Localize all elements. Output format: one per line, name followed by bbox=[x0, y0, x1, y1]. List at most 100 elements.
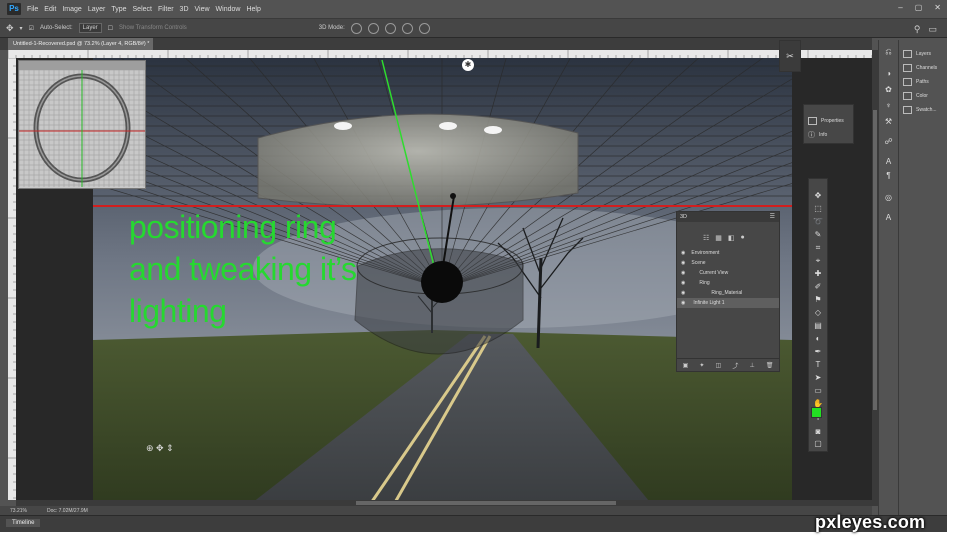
shape-tool-icon[interactable]: ▭ bbox=[812, 386, 824, 396]
healing-tool-icon[interactable]: ✚ bbox=[812, 269, 824, 279]
paragraph-icon[interactable]: ¶ bbox=[884, 172, 893, 180]
new-mesh-icon[interactable]: ◫ bbox=[716, 362, 722, 369]
panel-swatches[interactable]: Swatch... bbox=[903, 106, 937, 114]
menu-file[interactable]: File bbox=[27, 6, 38, 13]
path-select-tool-icon[interactable]: ➤ bbox=[812, 373, 824, 383]
menu-layer[interactable]: Layer bbox=[88, 6, 106, 13]
marquee-tool-icon[interactable]: ⬚ bbox=[812, 204, 824, 214]
3d-axis-widget-icon[interactable]: ⊕ ✥ ⇕ bbox=[146, 443, 174, 454]
menu-image[interactable]: Image bbox=[62, 6, 81, 13]
ruler-vertical[interactable] bbox=[8, 58, 16, 500]
menu-help[interactable]: Help bbox=[246, 6, 260, 13]
menu-select[interactable]: Select bbox=[133, 6, 152, 13]
foreground-color-swatch[interactable] bbox=[811, 407, 822, 418]
dodge-tool-icon[interactable]: ◐ bbox=[812, 334, 824, 344]
add-light-icon[interactable]: ✦ bbox=[699, 362, 704, 369]
move-light-icon[interactable]: ⤴ bbox=[732, 361, 738, 370]
adjustments-icon[interactable]: ◑ bbox=[884, 70, 893, 78]
panel-properties[interactable]: Properties bbox=[808, 117, 844, 125]
filter-materials-icon[interactable]: ◧ bbox=[728, 234, 735, 242]
3d-scene-row[interactable]: ◉ Ring_Material bbox=[677, 288, 779, 298]
panel-swatches-label: Swatch... bbox=[916, 107, 937, 113]
stamp-tool-icon[interactable]: ⚑ bbox=[812, 295, 824, 305]
zoom-level[interactable]: 73.21% bbox=[10, 508, 27, 514]
filter-whole-scene-icon[interactable]: ☷ bbox=[703, 234, 709, 242]
3d-icon[interactable]: ◎ bbox=[884, 194, 893, 202]
filter-lights-icon[interactable]: ● bbox=[741, 234, 745, 242]
tool-preset-dropdown[interactable]: ▾ bbox=[20, 25, 23, 32]
quick-select-tool-icon[interactable]: ✎ bbox=[812, 230, 824, 240]
workspace-icon[interactable]: ▭ bbox=[928, 24, 937, 35]
3d-panel-menu-icon[interactable]: ☰ bbox=[770, 213, 775, 220]
visibility-eye-icon[interactable]: ◉ bbox=[681, 280, 685, 286]
3d-pan-icon[interactable] bbox=[384, 22, 396, 34]
search-icon[interactable]: ⚲ bbox=[914, 24, 921, 35]
3d-scene-row[interactable]: ◉ Environment bbox=[677, 248, 779, 258]
lasso-tool-icon[interactable]: ➰ bbox=[812, 217, 824, 227]
crop-tool-icon[interactable]: ⌗ bbox=[812, 243, 824, 253]
document-size[interactable]: Doc: 7.02M/27.9M bbox=[47, 508, 88, 514]
delete-icon[interactable]: 🗑 bbox=[766, 362, 774, 369]
3d-secondary-view[interactable] bbox=[18, 60, 146, 189]
clone-source-icon[interactable]: ☍ bbox=[884, 138, 893, 146]
visibility-eye-icon[interactable]: ◉ bbox=[681, 260, 685, 266]
3d-scene-row[interactable]: ◉ Scene bbox=[677, 258, 779, 268]
document-tab[interactable]: Untitled-1-Recovered.psd @ 73.2% (Layer … bbox=[8, 38, 153, 59]
glyphs-icon[interactable]: Ａ bbox=[884, 214, 893, 222]
brush-tool-icon[interactable]: ✐ bbox=[812, 282, 824, 292]
3d-scene-row-selected[interactable]: ◉ Infinite Light 1 bbox=[677, 298, 779, 308]
menu-3d[interactable]: 3D bbox=[180, 6, 189, 13]
3d-slide-icon[interactable] bbox=[401, 22, 413, 34]
panel-info[interactable]: ⓘ Info bbox=[808, 130, 827, 140]
history-icon[interactable]: ⎌ bbox=[884, 48, 893, 56]
panel-channels[interactable]: Channels bbox=[903, 64, 937, 72]
restore-button[interactable]: ▢ bbox=[915, 3, 923, 12]
3d-roll-icon[interactable] bbox=[367, 22, 379, 34]
styles-icon[interactable]: ✿ bbox=[884, 86, 893, 94]
ruler-horizontal[interactable] bbox=[8, 50, 872, 58]
auto-select-target-select[interactable]: Layer bbox=[78, 23, 102, 33]
eraser-tool-icon[interactable]: ◇ bbox=[812, 308, 824, 318]
tool-presets-icon[interactable]: ⚒ bbox=[884, 118, 893, 126]
screen-mode-icon[interactable]: ▢ bbox=[812, 439, 824, 449]
filter-meshes-icon[interactable]: ▦ bbox=[715, 234, 722, 242]
panel-layers[interactable]: Layers bbox=[903, 50, 931, 58]
visibility-eye-icon[interactable]: ◉ bbox=[681, 250, 685, 256]
3d-orbit-handle-icon[interactable]: ✱ bbox=[462, 59, 474, 71]
3d-scene-row[interactable]: ◉ Ring bbox=[677, 278, 779, 288]
panel-color[interactable]: Color bbox=[903, 92, 928, 100]
horizontal-scroll-thumb[interactable] bbox=[356, 501, 616, 505]
menu-filter[interactable]: Filter bbox=[158, 6, 174, 13]
character-icon[interactable]: A bbox=[884, 158, 893, 166]
menu-view[interactable]: View bbox=[195, 6, 210, 13]
3d-scale-icon[interactable] bbox=[418, 22, 430, 34]
close-button[interactable]: ✕ bbox=[934, 3, 941, 12]
3d-secondary-view-header[interactable] bbox=[19, 61, 145, 70]
vertical-scroll-thumb[interactable] bbox=[873, 110, 877, 410]
timeline-tab[interactable]: Timeline bbox=[6, 519, 41, 527]
brush-presets-icon[interactable]: ♆ bbox=[884, 102, 893, 110]
menu-edit[interactable]: Edit bbox=[44, 6, 56, 13]
minimize-button[interactable]: – bbox=[898, 3, 902, 12]
quick-mask-icon[interactable]: ◙ bbox=[812, 427, 824, 437]
render-icon[interactable]: ▣ bbox=[683, 362, 689, 369]
menu-type[interactable]: Type bbox=[111, 6, 126, 13]
move-tool-icon[interactable]: ✥ bbox=[812, 191, 824, 201]
visibility-eye-icon[interactable]: ◉ bbox=[681, 300, 685, 306]
ground-plane-icon[interactable]: ⊥ bbox=[749, 362, 754, 369]
gradient-tool-icon[interactable]: ▤ bbox=[812, 321, 824, 331]
panel-collapse-icon[interactable]: ✂ bbox=[779, 40, 801, 72]
visibility-eye-icon[interactable]: ◉ bbox=[681, 290, 685, 296]
3d-scene-row[interactable]: ◉ Current View bbox=[677, 268, 779, 278]
3d-orbit-icon[interactable] bbox=[350, 22, 362, 34]
3d-panel-header[interactable]: 3D ☰ bbox=[677, 212, 779, 222]
eyedropper-tool-icon[interactable]: ⌖ bbox=[812, 256, 824, 266]
visibility-eye-icon[interactable]: ◉ bbox=[681, 270, 685, 276]
pen-tool-icon[interactable]: ✒ bbox=[812, 347, 824, 357]
panel-paths[interactable]: Paths bbox=[903, 78, 929, 86]
auto-select-checkbox[interactable]: ☑ bbox=[29, 25, 34, 32]
move-tool-icon[interactable]: ✥ bbox=[6, 23, 14, 34]
type-tool-icon[interactable]: T bbox=[812, 360, 824, 370]
show-transform-checkbox[interactable]: ☐ bbox=[108, 25, 113, 32]
menu-window[interactable]: Window bbox=[216, 6, 241, 13]
